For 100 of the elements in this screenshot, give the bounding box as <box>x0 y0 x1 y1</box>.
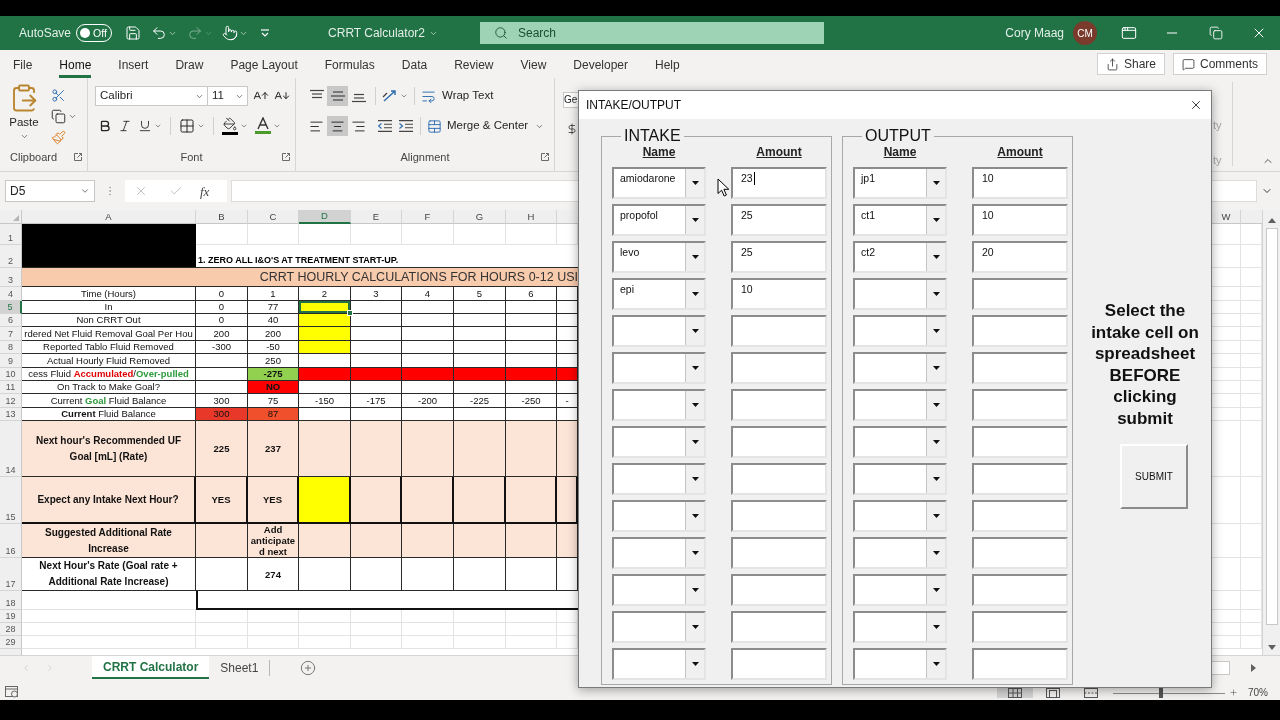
name-box[interactable]: D5 <box>5 180 95 202</box>
caret-down-icon[interactable] <box>691 440 699 444</box>
amount-field[interactable] <box>972 426 1068 458</box>
ribbon-display-icon[interactable] <box>1121 25 1137 41</box>
dropdown-button[interactable] <box>685 576 704 604</box>
caret-icon[interactable] <box>154 122 162 130</box>
ribbon-tab[interactable]: Developer <box>573 54 628 78</box>
amount-field[interactable] <box>731 611 827 643</box>
merge-center-button[interactable]: Merge & Center <box>427 117 529 135</box>
normal-view-icon[interactable] <box>1008 688 1022 698</box>
dropdown-button[interactable] <box>926 280 945 308</box>
amount-field[interactable]: 25 <box>731 204 827 236</box>
caret-icon[interactable] <box>197 122 205 130</box>
amount-field[interactable] <box>731 648 827 680</box>
row-header[interactable]: 13 <box>0 408 22 421</box>
amount-field[interactable]: 10 <box>731 278 827 310</box>
dropdown-button[interactable] <box>926 650 945 678</box>
row-header[interactable]: 1 <box>0 224 22 245</box>
comment-icon[interactable] <box>1182 57 1195 71</box>
name-combo[interactable]: levo <box>612 241 706 273</box>
row-header[interactable]: 9 <box>0 354 22 368</box>
row-header[interactable]: 10 <box>0 368 22 381</box>
amount-field[interactable] <box>972 315 1068 347</box>
dialog-launcher-icon[interactable] <box>74 153 82 161</box>
search-icon[interactable] <box>494 26 508 40</box>
caret-down-icon[interactable] <box>691 403 699 407</box>
restore-icon[interactable] <box>1209 26 1223 40</box>
ribbon-tab[interactable]: View <box>520 54 547 78</box>
dropdown-button[interactable] <box>926 243 945 271</box>
dropdown-button[interactable] <box>926 502 945 530</box>
touch-mode-icon[interactable] <box>222 25 239 41</box>
ribbon-tab[interactable]: Help <box>655 54 680 78</box>
column-header[interactable]: D <box>299 210 351 224</box>
column-header[interactable]: B <box>196 210 248 224</box>
caret-down-icon[interactable] <box>691 218 699 222</box>
caret-down-icon[interactable] <box>691 551 699 555</box>
amount-field[interactable] <box>972 648 1068 680</box>
amount-field[interactable]: 25 <box>731 241 827 273</box>
amount-field[interactable] <box>731 352 827 384</box>
caret-down-icon[interactable] <box>932 255 940 259</box>
caret-down-icon[interactable] <box>691 255 699 259</box>
save-icon[interactable] <box>125 25 142 41</box>
amount-field[interactable]: 10 <box>972 167 1068 199</box>
row-header[interactable]: 18 <box>0 591 22 610</box>
amount-field[interactable] <box>972 352 1068 384</box>
column-header[interactable]: F <box>402 210 454 224</box>
font-color-icon[interactable] <box>255 117 271 135</box>
caret-down-icon[interactable] <box>932 588 940 592</box>
merge-cells-icon[interactable] <box>427 118 442 134</box>
column-header[interactable]: H <box>506 210 557 224</box>
amount-field[interactable] <box>972 463 1068 495</box>
decrease-indent-icon[interactable] <box>378 120 392 132</box>
dropdown-button[interactable] <box>685 354 704 382</box>
column-header[interactable]: E <box>351 210 402 224</box>
text-orientation-icon[interactable] <box>382 89 398 103</box>
row-header[interactable]: 14 <box>0 421 22 477</box>
amount-field[interactable] <box>972 537 1068 569</box>
caret-icon[interactable] <box>400 92 408 100</box>
amount-field[interactable] <box>731 315 827 347</box>
dropdown-button[interactable] <box>926 206 945 234</box>
dropdown-button[interactable] <box>685 169 704 197</box>
name-combo[interactable]: amiodarone <box>612 167 706 199</box>
row-header[interactable]: 4 <box>0 287 22 301</box>
dialog-launcher-icon[interactable] <box>541 153 549 161</box>
amount-field[interactable] <box>972 611 1068 643</box>
dropdown-button[interactable] <box>685 650 704 678</box>
row-header[interactable]: 12 <box>0 394 22 408</box>
caret-down-icon[interactable] <box>932 366 940 370</box>
paste-button[interactable]: Paste <box>5 83 43 149</box>
dropdown-button[interactable] <box>685 502 704 530</box>
fill-color-icon[interactable] <box>222 117 238 135</box>
scroll-down-icon[interactable] <box>1267 645 1276 650</box>
borders-icon[interactable] <box>179 118 195 134</box>
column-header[interactable]: C <box>248 210 299 224</box>
dropdown-button[interactable] <box>926 539 945 567</box>
amount-field[interactable]: 23 <box>731 167 827 199</box>
search-field[interactable]: Search <box>480 22 824 44</box>
caret-icon[interactable] <box>80 186 90 196</box>
caret-down-icon[interactable] <box>932 181 940 185</box>
dropdown-button[interactable] <box>926 354 945 382</box>
column-header[interactable]: G <box>454 210 506 224</box>
insert-function-button[interactable]: fx <box>200 184 210 198</box>
row-header[interactable]: 5 <box>0 301 22 314</box>
dropdown-button[interactable] <box>685 465 704 493</box>
caret-icon[interactable] <box>273 122 281 130</box>
italic-icon[interactable] <box>118 119 132 133</box>
name-combo[interactable]: ct2 <box>853 241 947 273</box>
bold-icon[interactable] <box>98 119 112 133</box>
row-header[interactable]: 6 <box>0 314 22 327</box>
dropdown-button[interactable] <box>926 613 945 641</box>
wrap-text-icon[interactable] <box>421 88 436 104</box>
caret-down-icon[interactable] <box>691 477 699 481</box>
copy-icon[interactable] <box>51 109 66 124</box>
dialog-launcher-icon[interactable] <box>282 153 290 161</box>
caret-icon[interactable] <box>240 122 248 130</box>
dropdown-button[interactable] <box>926 317 945 345</box>
dropdown-button[interactable] <box>926 465 945 493</box>
scroll-right-icon[interactable] <box>1251 664 1256 672</box>
amount-field[interactable] <box>972 278 1068 310</box>
name-combo[interactable]: epi <box>612 278 706 310</box>
